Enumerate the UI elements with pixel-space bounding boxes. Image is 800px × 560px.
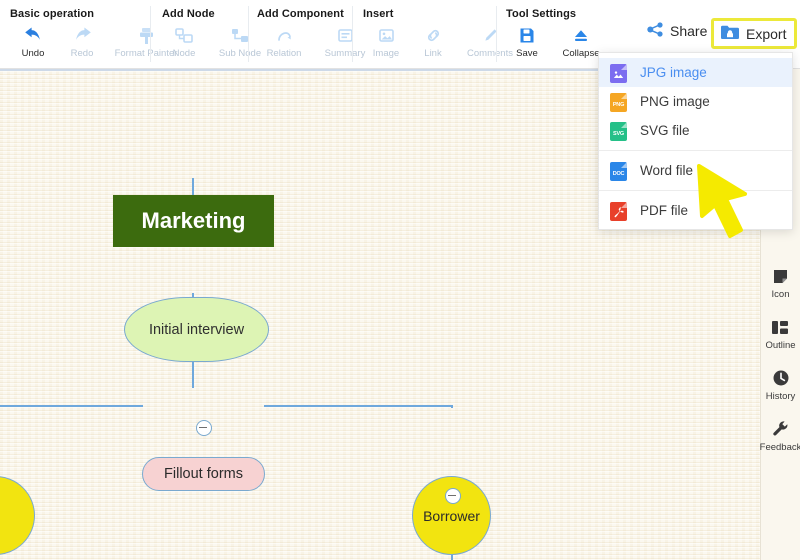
svg-tag: SVG	[612, 131, 624, 137]
export-menu-label: Word file	[640, 163, 694, 178]
share-button[interactable]: Share	[647, 22, 707, 40]
toolbar-divider	[496, 6, 497, 62]
insert-image-button[interactable]: Image	[363, 26, 409, 59]
export-menu-label: PDF file	[640, 203, 689, 218]
insert-image-label: Image	[372, 48, 400, 59]
toolbar-group-title: Add Component	[257, 8, 344, 20]
export-label: Export	[746, 25, 787, 42]
export-menu-item-jpg[interactable]: JPG image	[599, 58, 792, 87]
svg-file-icon: SVG	[609, 120, 629, 142]
toolbar-divider	[248, 6, 249, 62]
node-offscreen-partial[interactable]	[0, 476, 35, 555]
redo-arrow-icon	[73, 26, 92, 45]
export-button[interactable]: Export	[711, 18, 798, 49]
toolbar-group-title: Tool Settings	[506, 8, 577, 20]
sidebar-item-label: Feedback	[759, 442, 800, 453]
add-node-button[interactable]: Node	[162, 26, 206, 59]
sidebar-item-icon[interactable]: Icon	[761, 265, 800, 300]
word-file-icon: DOC	[609, 160, 629, 182]
collapse-toggle-borrower[interactable]	[445, 488, 461, 504]
sidebar-item-label: Outline	[765, 340, 796, 351]
wrench-icon	[772, 418, 789, 440]
collapse-toggle-fillout[interactable]	[196, 420, 212, 436]
save-label: Save	[516, 48, 538, 59]
add-relation-button[interactable]: Relation	[257, 26, 311, 59]
toolbar-group-title: Add Node	[162, 8, 215, 20]
export-menu-label: PNG image	[640, 94, 710, 109]
doc-tag: DOC	[612, 171, 625, 177]
link-icon	[425, 26, 442, 45]
collapse-label: Collapse	[562, 48, 600, 59]
node-label: Initial interview	[148, 321, 245, 338]
jpg-file-icon	[609, 62, 629, 84]
share-label: Share	[670, 23, 708, 39]
share-icon	[647, 22, 664, 40]
save-disk-icon	[519, 26, 535, 45]
export-menu-label: JPG image	[640, 65, 707, 80]
cursor-arrow-pointer	[694, 158, 794, 248]
node-initial-interview[interactable]: Initial interview	[124, 297, 269, 362]
redo-label: Redo	[70, 48, 94, 59]
sidebar-item-feedback[interactable]: Feedback	[759, 418, 800, 453]
edge-fillout-right	[264, 405, 452, 407]
sub-node-icon	[231, 26, 249, 45]
add-node-label: Node	[172, 48, 196, 59]
save-button[interactable]: Save	[506, 26, 548, 59]
pdf-file-icon	[609, 200, 629, 222]
summary-icon	[337, 26, 354, 45]
sidebar-item-label: History	[765, 391, 796, 402]
node-icon	[175, 26, 193, 45]
image-icon	[378, 26, 395, 45]
relation-icon	[276, 26, 293, 45]
undo-label: Undo	[21, 48, 45, 59]
clock-icon	[772, 367, 790, 389]
add-summary-label: Summary	[324, 48, 366, 59]
export-menu-separator	[599, 150, 792, 151]
undo-button[interactable]: Undo	[10, 26, 56, 59]
png-tag: PNG	[612, 102, 625, 108]
collapse-eject-icon	[572, 26, 590, 45]
sidebar-item-label: Icon	[771, 289, 790, 300]
export-folder-icon	[720, 24, 740, 43]
node-label: Borrower	[423, 507, 480, 524]
export-menu-item-png[interactable]: PNG PNG image	[599, 87, 792, 116]
sticker-icon	[772, 265, 789, 287]
node-fillout-forms[interactable]: Fillout forms	[142, 457, 265, 491]
edge-right-to-borrower	[451, 405, 453, 408]
export-menu-item-svg[interactable]: SVG SVG file	[599, 116, 792, 145]
node-label: Fillout forms	[164, 466, 243, 482]
outline-icon	[771, 316, 790, 338]
png-file-icon: PNG	[609, 91, 629, 113]
format-painter-icon	[138, 26, 155, 45]
export-menu-label: SVG file	[640, 123, 690, 138]
insert-link-label: Link	[424, 48, 442, 59]
toolbar-divider	[150, 6, 151, 62]
toolbar-group-title: Basic operation	[10, 8, 95, 20]
toolbar-divider	[352, 6, 353, 62]
toolbar-group-title: Insert	[363, 8, 394, 20]
node-marketing[interactable]: Marketing	[113, 195, 274, 247]
sidebar-item-history[interactable]: History	[761, 367, 800, 402]
edge-fillout-left	[0, 405, 143, 407]
insert-link-button[interactable]: Link	[413, 26, 453, 59]
undo-arrow-icon	[24, 26, 43, 45]
add-sub-node-label: Sub Node	[218, 48, 262, 59]
add-relation-label: Relation	[266, 48, 302, 59]
sidebar-item-outline[interactable]: Outline	[761, 316, 800, 351]
node-label: Marketing	[141, 208, 246, 233]
redo-button[interactable]: Redo	[60, 26, 104, 59]
